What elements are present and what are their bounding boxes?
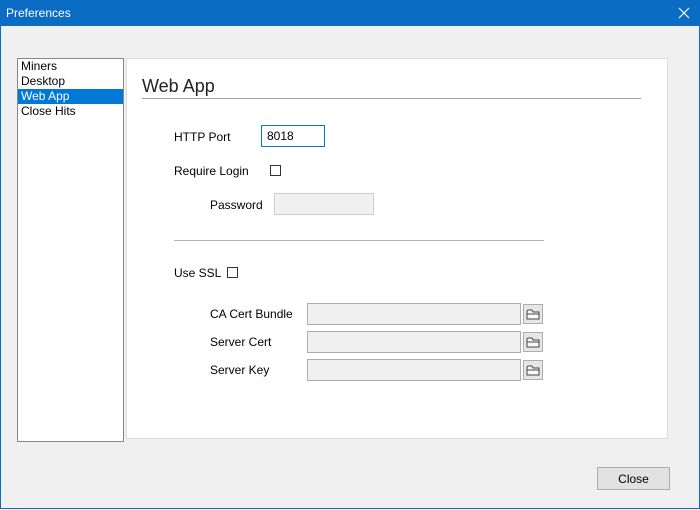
- folder-icon: [526, 365, 540, 376]
- sidebar-item-web-app[interactable]: Web App: [18, 89, 123, 104]
- page-title: Web App: [142, 76, 215, 96]
- folder-icon: [526, 309, 540, 320]
- ca-cert-bundle-field[interactable]: [307, 303, 521, 325]
- sidebar-item-miners[interactable]: Miners: [18, 59, 123, 74]
- ca-cert-browse-button[interactable]: [523, 304, 543, 324]
- server-cert-field[interactable]: [307, 331, 521, 353]
- web-app-settings-panel: Web App HTTP Port Require Login Password…: [126, 58, 668, 439]
- server-key-field[interactable]: [307, 359, 521, 381]
- server-cert-label: Server Cert: [210, 335, 272, 349]
- use-ssl-label: Use SSL: [174, 266, 222, 280]
- server-key-label: Server Key: [210, 363, 270, 377]
- folder-icon: [526, 337, 540, 348]
- use-ssl-checkbox[interactable]: [227, 267, 238, 278]
- password-label: Password: [210, 198, 263, 212]
- close-button[interactable]: Close: [597, 467, 670, 490]
- sidebar-item-desktop[interactable]: Desktop: [18, 74, 123, 89]
- server-key-browse-button[interactable]: [523, 360, 543, 380]
- ca-cert-bundle-label: CA Cert Bundle: [210, 307, 293, 321]
- window-title: Preferences: [6, 6, 71, 20]
- close-icon: [678, 7, 690, 19]
- section-divider: [174, 240, 544, 241]
- preferences-category-list[interactable]: Miners Desktop Web App Close Hits: [17, 58, 124, 442]
- require-login-checkbox[interactable]: [270, 165, 281, 176]
- require-login-label: Require Login: [174, 164, 249, 178]
- http-port-input[interactable]: [261, 125, 325, 147]
- title-bar: Preferences: [0, 0, 700, 26]
- window-close-button[interactable]: [668, 0, 700, 26]
- server-cert-browse-button[interactable]: [523, 332, 543, 352]
- sidebar-item-close-hits[interactable]: Close Hits: [18, 104, 123, 119]
- password-input[interactable]: [274, 193, 374, 215]
- http-port-label: HTTP Port: [174, 130, 231, 144]
- title-divider: [142, 98, 641, 99]
